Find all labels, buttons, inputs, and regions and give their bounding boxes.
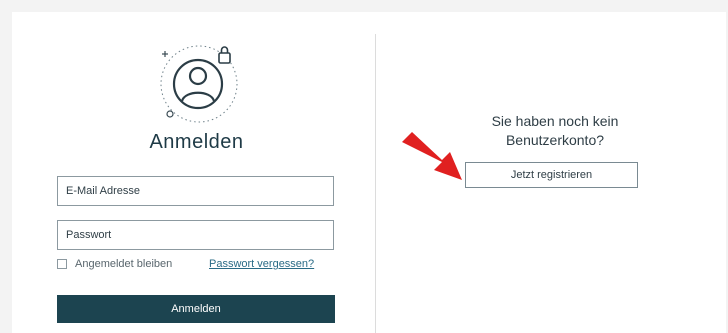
vertical-divider xyxy=(375,34,376,333)
register-button[interactable]: Jetzt registrieren xyxy=(465,162,638,188)
no-account-text: Sie haben noch kein Benutzerkonto? xyxy=(460,112,650,150)
email-field[interactable] xyxy=(57,176,334,206)
email-input[interactable] xyxy=(58,177,333,205)
red-arrow-icon xyxy=(400,130,466,187)
no-account-line2: Benutzerkonto? xyxy=(505,132,605,148)
remember-checkbox[interactable] xyxy=(57,259,67,269)
password-input[interactable] xyxy=(58,221,333,249)
no-account-line1: Sie haben noch kein xyxy=(491,113,619,129)
forgot-password-link[interactable]: Passwort vergessen? xyxy=(209,258,314,270)
sparkle-icon xyxy=(162,51,168,57)
remember-label[interactable]: Angemeldet bleiben xyxy=(75,258,172,270)
lock-icon xyxy=(218,46,231,64)
login-button[interactable]: Anmelden xyxy=(57,295,335,323)
password-field[interactable] xyxy=(57,220,334,250)
user-avatar-icon xyxy=(153,44,243,124)
remember-row: Angemeldet bleiben Passwort vergessen? xyxy=(57,258,337,272)
orbit-dot-icon xyxy=(166,110,174,118)
login-title: Anmelden xyxy=(149,131,244,153)
